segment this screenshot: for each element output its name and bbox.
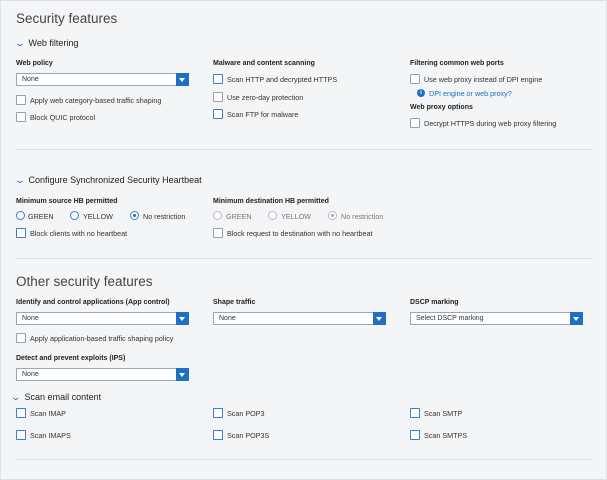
scan-imap-checkbox[interactable]: [16, 408, 26, 418]
scan-imap-label: Scan IMAP: [30, 409, 66, 418]
ips-value: None: [22, 371, 39, 378]
shape-traffic-select[interactable]: None: [213, 312, 386, 325]
min-source-hb-label: Minimum source HB permitted: [16, 198, 118, 205]
filtering-ports-label: Filtering common web ports: [410, 60, 504, 67]
info-icon: i: [417, 89, 425, 97]
shape-traffic-label: Shape traffic: [213, 299, 256, 306]
use-web-proxy-checkbox[interactable]: [410, 74, 420, 84]
web-policy-value: None: [22, 76, 39, 83]
min-dest-hb-label: Minimum destination HB permitted: [213, 198, 329, 205]
app-control-label: Identify and control applications (App c…: [16, 299, 170, 306]
chevron-down-icon: ⌄: [14, 175, 26, 185]
scan-pop3s-checkbox[interactable]: [213, 430, 223, 440]
block-quic-checkbox[interactable]: [16, 112, 26, 122]
ips-select[interactable]: None: [16, 368, 189, 381]
source-yellow-radio[interactable]: [70, 211, 79, 220]
malware-scanning-label: Malware and content scanning: [213, 60, 315, 67]
app-control-select[interactable]: None: [16, 312, 189, 325]
divider: [16, 459, 592, 460]
zero-day-checkbox[interactable]: [213, 92, 223, 102]
dest-green-radio[interactable]: [213, 211, 222, 220]
heartbeat-header: Configure Synchronized Security Heartbea…: [28, 175, 202, 185]
web-proxy-options-label: Web proxy options: [410, 104, 473, 111]
zero-day-label: Use zero-day protection: [227, 93, 304, 102]
scan-smtps-label: Scan SMTPS: [424, 431, 468, 440]
divider: [16, 258, 592, 259]
dscp-marking-value: Select DSCP marking: [416, 315, 484, 322]
scan-http-label: Scan HTTP and decrypted HTTPS: [227, 75, 338, 84]
scan-email-header: Scan email content: [24, 392, 102, 402]
dropdown-arrow-icon[interactable]: [373, 312, 386, 325]
security-features-panel: Security features ⌄ Web filtering Web pol…: [0, 0, 607, 480]
block-clients-checkbox[interactable]: [16, 228, 26, 238]
chevron-down-icon: ⌄: [14, 38, 26, 48]
other-features-title: Other security features: [16, 274, 153, 289]
apply-app-shaping-label: Apply application-based traffic shaping …: [30, 334, 174, 343]
web-filtering-toggle[interactable]: ⌄ Web filtering: [14, 38, 79, 49]
dropdown-arrow-icon[interactable]: [176, 312, 189, 325]
source-yellow-label: YELLOW: [83, 212, 113, 221]
dpi-engine-link[interactable]: DPI engine or web proxy?: [429, 89, 512, 98]
source-green-radio[interactable]: [16, 211, 25, 220]
source-green-label: GREEN: [28, 212, 54, 221]
block-quic-label: Block QUIC protocol: [30, 113, 96, 122]
scan-ftp-label: Scan FTP for malware: [227, 110, 299, 119]
decrypt-https-checkbox[interactable]: [410, 118, 420, 128]
apply-web-shaping-checkbox[interactable]: [16, 95, 26, 105]
scan-smtp-checkbox[interactable]: [410, 408, 420, 418]
source-no-restriction-radio[interactable]: [130, 211, 139, 220]
block-clients-label: Block clients with no heartbeat: [30, 229, 128, 238]
divider: [16, 149, 592, 150]
scan-ftp-checkbox[interactable]: [213, 109, 223, 119]
page-title: Security features: [16, 11, 118, 26]
block-request-checkbox[interactable]: [213, 228, 223, 238]
source-no-restriction-label: No restriction: [143, 212, 186, 221]
ips-label: Detect and prevent exploits (IPS): [16, 355, 126, 362]
shape-traffic-value: None: [219, 315, 236, 322]
web-filtering-header: Web filtering: [28, 38, 79, 48]
dscp-marking-select[interactable]: Select DSCP marking: [410, 312, 583, 325]
scan-pop3-checkbox[interactable]: [213, 408, 223, 418]
dropdown-arrow-icon[interactable]: [176, 368, 189, 381]
apply-web-shaping-label: Apply web category-based traffic shaping: [30, 96, 162, 105]
scan-pop3-label: Scan POP3: [227, 409, 265, 418]
scan-imaps-label: Scan IMAPS: [30, 431, 71, 440]
scan-smtps-checkbox[interactable]: [410, 430, 420, 440]
web-policy-label: Web policy: [16, 60, 53, 67]
scan-imaps-checkbox[interactable]: [16, 430, 26, 440]
scan-pop3s-label: Scan POP3S: [227, 431, 270, 440]
scan-smtp-label: Scan SMTP: [424, 409, 463, 418]
dscp-marking-label: DSCP marking: [410, 299, 459, 306]
dest-yellow-label: YELLOW: [281, 212, 311, 221]
heartbeat-toggle[interactable]: ⌄ Configure Synchronized Security Heartbe…: [14, 175, 202, 186]
dropdown-arrow-icon[interactable]: [570, 312, 583, 325]
apply-app-shaping-checkbox[interactable]: [16, 333, 26, 343]
app-control-value: None: [22, 315, 39, 322]
scan-http-checkbox[interactable]: [213, 74, 223, 84]
use-web-proxy-label: Use web proxy instead of DPI engine: [424, 75, 543, 84]
chevron-down-icon: ⌄: [10, 392, 22, 402]
dest-no-restriction-radio[interactable]: [328, 211, 337, 220]
block-request-label: Block request to destination with no hea…: [227, 229, 373, 238]
web-policy-select[interactable]: None: [16, 73, 189, 86]
dest-no-restriction-label: No restriction: [341, 212, 384, 221]
scan-email-toggle[interactable]: ⌄ Scan email content: [10, 392, 102, 403]
dest-green-label: GREEN: [226, 212, 252, 221]
dest-yellow-radio[interactable]: [268, 211, 277, 220]
dropdown-arrow-icon[interactable]: [176, 73, 189, 86]
decrypt-https-label: Decrypt HTTPS during web proxy filtering: [424, 119, 557, 128]
